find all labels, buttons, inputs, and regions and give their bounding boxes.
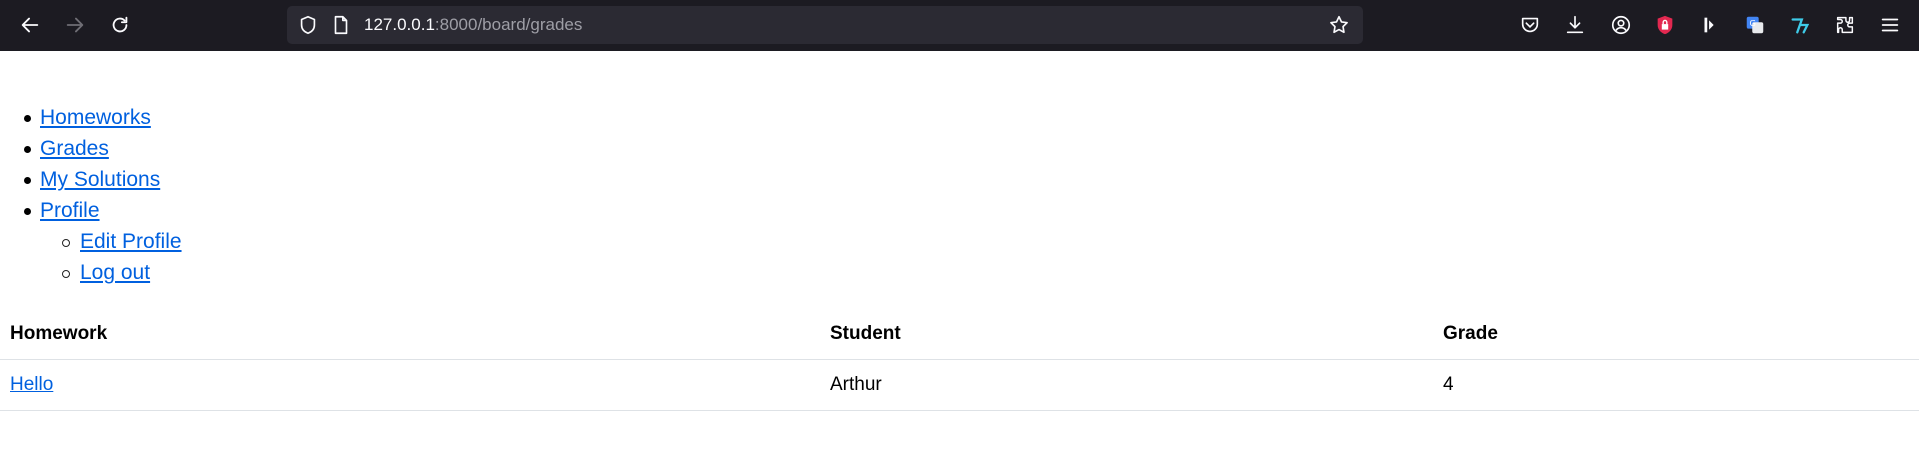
ublock-extension-icon[interactable] — [1653, 13, 1677, 37]
column-header-homework: Homework — [0, 309, 830, 360]
log-out-link[interactable]: Log out — [80, 261, 150, 284]
bullet — [62, 270, 70, 278]
translate-extension-icon[interactable]: G — [1743, 13, 1767, 37]
account-icon[interactable] — [1609, 13, 1633, 37]
pocket-icon[interactable] — [1518, 13, 1542, 37]
bullet — [24, 208, 31, 215]
table-row: Hello Arthur 4 — [0, 359, 1919, 411]
my-solutions-link[interactable]: My Solutions — [40, 168, 160, 191]
star-icon[interactable] — [1328, 14, 1350, 36]
grades-link[interactable]: Grades — [40, 137, 109, 160]
arrow-left-icon — [21, 17, 39, 33]
sidebar-extension-icon[interactable] — [1698, 13, 1722, 37]
reload-button[interactable] — [100, 5, 140, 45]
table-header-row: Homework Student Grade — [0, 309, 1919, 360]
svg-text:G: G — [1750, 18, 1756, 28]
forward-button[interactable] — [55, 5, 95, 45]
shield-icon[interactable] — [297, 14, 319, 36]
bullet — [62, 239, 70, 247]
back-button[interactable] — [10, 5, 50, 45]
url-text[interactable]: 127.0.0.1:8000/board/grades — [364, 15, 582, 35]
bullet — [24, 177, 31, 184]
grades-table: Homework Student Grade Hello Arthur 4 — [0, 309, 1919, 411]
homework-cell: Hello — [0, 359, 830, 411]
menu-icon[interactable] — [1878, 13, 1902, 37]
reload-icon — [112, 16, 128, 33]
column-header-grade: Grade — [1443, 309, 1919, 360]
download-icon[interactable] — [1563, 13, 1587, 37]
url-bar[interactable]: 127.0.0.1:8000/board/grades — [287, 6, 1363, 44]
homeworks-link[interactable]: Homeworks — [40, 106, 151, 129]
profile-link[interactable]: Profile — [40, 199, 100, 222]
bullet — [24, 115, 31, 122]
bullet — [24, 146, 31, 153]
arrow-right-icon — [66, 17, 84, 33]
browser-toolbar: 127.0.0.1:8000/board/grades G — [0, 0, 1919, 51]
homework-link[interactable]: Hello — [10, 374, 53, 395]
column-header-student: Student — [830, 309, 1443, 360]
edit-profile-link[interactable]: Edit Profile — [80, 230, 182, 253]
page-icon[interactable] — [330, 14, 352, 36]
student-cell: Arthur — [830, 359, 1443, 411]
extensions-icon[interactable] — [1833, 13, 1857, 37]
grade-cell: 4 — [1443, 359, 1919, 411]
tampermonkey-extension-icon[interactable] — [1788, 13, 1812, 37]
